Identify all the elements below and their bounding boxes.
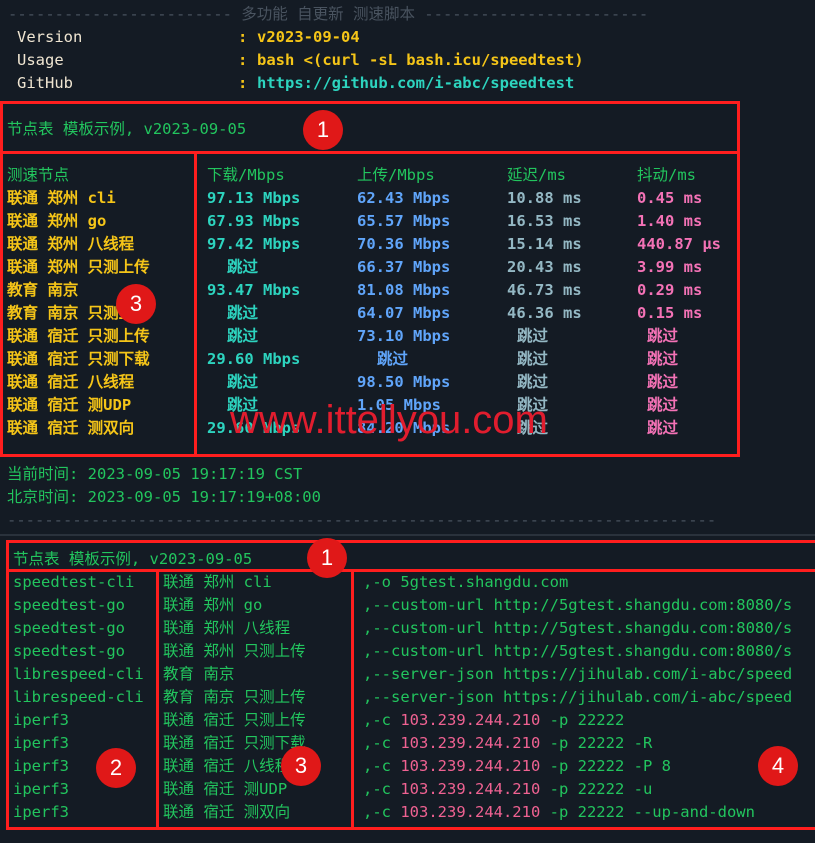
annotation-badge-1: 1 xyxy=(303,110,343,150)
annotation-divider xyxy=(156,569,159,830)
rule: ----------------------------------------… xyxy=(7,511,717,529)
annotation-divider xyxy=(6,569,815,572)
colon: : xyxy=(238,28,248,46)
usage-value: bash <(curl -sL bash.icu/speedtest) xyxy=(257,51,584,69)
annotation-badge-2: 2 xyxy=(96,748,136,788)
banner: ------------------------ 多功能 自更新 测速脚本 --… xyxy=(8,5,649,23)
version-label: Version xyxy=(17,28,83,46)
annotation-divider xyxy=(351,569,354,830)
usage-label: Usage xyxy=(17,51,64,69)
github-label: GitHub xyxy=(17,74,73,92)
colon: : xyxy=(238,74,248,92)
annotation-divider xyxy=(194,151,197,457)
local-time: 当前时间: 2023-09-05 19:17:19 CST xyxy=(7,465,303,483)
annotation-badge-4: 4 xyxy=(758,746,798,786)
beijing-time: 北京时间: 2023-09-05 19:17:19+08:00 xyxy=(7,488,321,506)
annotation-badge-3: 3 xyxy=(116,284,156,324)
github-link[interactable]: https://github.com/i-abc/speedtest xyxy=(257,72,574,95)
annotation-badge-1: 1 xyxy=(307,538,347,578)
annotation-badge-3: 3 xyxy=(281,746,321,786)
version-value: v2023-09-04 xyxy=(257,28,360,46)
annotation-box-template xyxy=(6,540,815,830)
annotation-divider xyxy=(0,151,740,154)
pane-divider xyxy=(0,534,815,536)
colon: : xyxy=(238,51,248,69)
watermark: www.ittellyou.com xyxy=(230,398,548,442)
